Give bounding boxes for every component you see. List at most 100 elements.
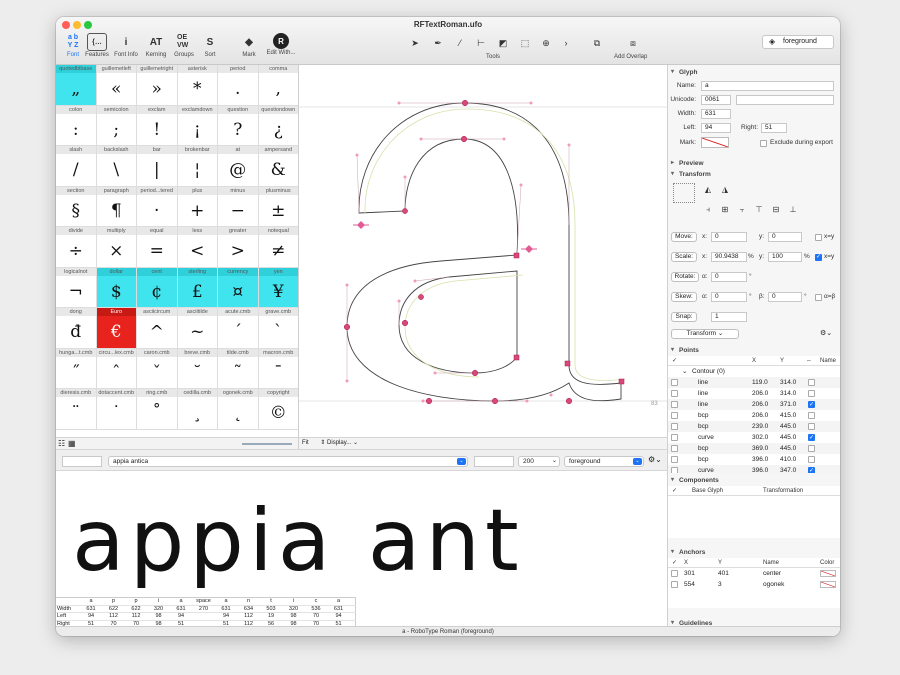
glyph-cell[interactable]: hunga...t.cmb ˝ <box>56 348 97 389</box>
metrics-value[interactable]: 536 <box>305 606 327 614</box>
exclude-export-checkbox[interactable] <box>760 140 767 147</box>
glyph-cell[interactable]: backslash \ <box>96 146 137 187</box>
preview-section-header[interactable]: Preview <box>668 158 840 169</box>
point-select-checkbox[interactable] <box>671 401 678 408</box>
scale-button[interactable]: Scale: <box>671 252 697 262</box>
metrics-value[interactable]: 70 <box>305 613 327 621</box>
toolbar-groups-button[interactable]: OE VW Groups <box>171 33 197 58</box>
mark-color-well[interactable] <box>701 137 729 148</box>
metrics-value[interactable]: 19 <box>260 613 282 621</box>
glyph-cell[interactable]: exclam! <box>137 105 178 146</box>
glyph-cell[interactable]: dieresis.cmb ¨ <box>56 389 97 430</box>
rotate-button[interactable]: Rotate: <box>671 272 699 282</box>
anchor-row[interactable]: 301 401 center <box>668 568 840 579</box>
glyph-cell[interactable]: minus − <box>218 186 259 227</box>
slice-tool-icon[interactable]: ◩ <box>496 36 510 50</box>
left-margin-field[interactable]: 94 <box>701 123 731 133</box>
point-select-checkbox[interactable] <box>671 467 678 473</box>
align-right-icon[interactable]: ⫟ <box>737 205 747 215</box>
layer-selector[interactable]: ◈ foreground <box>762 35 834 49</box>
anchors-section-header[interactable]: Anchors <box>668 547 840 558</box>
move-y-field[interactable]: 0 <box>768 232 802 242</box>
glyph-cell[interactable]: exclamdown ¡ <box>177 105 218 146</box>
metrics-value[interactable]: 631 <box>80 606 102 614</box>
knife-tool-icon[interactable]: ⁄ <box>453 36 467 50</box>
anchor-select-checkbox[interactable] <box>671 570 678 577</box>
glyph-cell[interactable]: greater > <box>218 227 259 268</box>
glyph-cell[interactable]: logicalnot ¬ <box>56 267 97 308</box>
point-smooth-checkbox[interactable] <box>808 456 815 463</box>
toolbar-features-button[interactable]: {… Features <box>84 33 110 58</box>
space-center-preview[interactable]: appia ant <box>56 471 667 597</box>
metrics-value[interactable]: 94 <box>80 613 102 621</box>
transform-section-header[interactable]: Transform <box>668 169 840 180</box>
glyph-cell[interactable]: at @ <box>218 146 259 187</box>
glyph-cell[interactable]: guillemetleft « <box>96 65 137 106</box>
glyph-cell[interactable]: equal = <box>137 227 178 268</box>
glyph-section-header[interactable]: Glyph <box>668 67 840 78</box>
transform-popup[interactable]: Transform ⌄ <box>671 329 739 339</box>
scale-x-field[interactable]: 90.9438 <box>711 252 747 262</box>
metrics-value[interactable]: 94 <box>170 613 192 621</box>
point-select-checkbox[interactable] <box>671 423 678 430</box>
glyph-cell[interactable]: guillemetright » <box>137 65 178 106</box>
display-popup[interactable]: ⇕ Display... ⌄ <box>320 440 358 446</box>
flip-horizontal-icon[interactable]: ◭ <box>703 185 713 195</box>
point-select-checkbox[interactable] <box>671 434 678 441</box>
anchor-color-well[interactable] <box>820 581 836 588</box>
skew-ab-checkbox[interactable] <box>815 294 822 301</box>
add-overlap-icon[interactable]: ⧈ <box>626 36 640 50</box>
glyph-cell[interactable]: macron.cmb ˉ <box>258 348 298 389</box>
glyph-cell[interactable]: questiondown ¿ <box>258 105 298 146</box>
glyph-cell[interactable]: currency ¤ <box>218 267 259 308</box>
metrics-value[interactable]: 320 <box>148 606 170 614</box>
width-field[interactable]: 631 <box>701 109 731 119</box>
components-section-header[interactable]: Components <box>668 475 840 486</box>
point-smooth-checkbox[interactable] <box>808 466 815 473</box>
align-left-icon[interactable]: ⫞ <box>703 205 713 215</box>
glyph-cell[interactable]: tilde.cmb ˜ <box>218 348 259 389</box>
unicode-field[interactable]: 0061 <box>701 95 731 105</box>
glyph-cell[interactable]: asciitilde ~ <box>177 308 218 349</box>
metrics-value[interactable]: 270 <box>193 606 215 614</box>
toolbar-edit-with-button[interactable]: R Edit With... <box>267 33 296 56</box>
toolbar-font-button[interactable]: a b Y Z Font <box>60 33 86 58</box>
glyph-cell[interactable]: caron.cmb ˇ <box>137 348 178 389</box>
glyph-cell[interactable]: period. <box>218 65 259 106</box>
point-select-checkbox[interactable] <box>671 390 678 397</box>
glyph-cell[interactable]: comma, <box>258 65 298 106</box>
cell-view-icon[interactable]: ▦ <box>68 439 76 448</box>
point-row[interactable]: bcp 206.0 415.0 <box>668 410 840 421</box>
metrics-value[interactable]: 98 <box>283 613 305 621</box>
list-view-icon[interactable]: ☷ <box>58 439 65 448</box>
glyph-cell[interactable]: breve.cmb ˘ <box>177 348 218 389</box>
measure-tool-icon[interactable]: ⊢ <box>474 36 488 50</box>
glyph-editor-canvas[interactable]: 83 <box>299 65 667 437</box>
glyph-cell[interactable]: copyright © <box>258 389 298 430</box>
suffix-field[interactable] <box>474 456 514 467</box>
cell-size-slider[interactable] <box>242 443 292 445</box>
point-row[interactable]: line 206.0 314.0 <box>668 388 840 399</box>
glyph-cell[interactable]: dotaccent.cmb ˙ <box>96 389 137 430</box>
move-button[interactable]: Move: <box>671 232 697 242</box>
move-xy-checkbox[interactable] <box>815 234 822 241</box>
glyph-cell[interactable]: dollar $ <box>96 267 137 308</box>
offcurve-points[interactable] <box>345 101 571 403</box>
point-row[interactable]: line 206.0 371.0 <box>668 399 840 411</box>
point-row[interactable]: line 119.0 314.0 <box>668 377 840 388</box>
move-x-field[interactable]: 0 <box>711 232 747 242</box>
glyph-cell[interactable]: question? <box>218 105 259 146</box>
scale-xy-checkbox[interactable] <box>815 253 822 261</box>
metrics-value[interactable]: 98 <box>148 613 170 621</box>
glyph-cell[interactable]: period...tered · <box>137 186 178 227</box>
glyph-cell[interactable]: asterisk * <box>177 65 218 106</box>
metrics-value[interactable]: 631 <box>328 606 350 614</box>
point-smooth-checkbox[interactable] <box>808 390 815 397</box>
glyph-cell[interactable]: slash / <box>56 146 97 187</box>
flip-vertical-icon[interactable]: ◮ <box>720 185 730 195</box>
skew-beta-field[interactable]: 0 <box>768 292 802 302</box>
point-row[interactable]: bcp 239.0 445.0 <box>668 421 840 432</box>
pen-tool-icon[interactable]: ✒ <box>431 36 445 50</box>
glyph-cell[interactable]: brokenbar ¦ <box>177 146 218 187</box>
point-smooth-checkbox[interactable] <box>808 412 815 419</box>
